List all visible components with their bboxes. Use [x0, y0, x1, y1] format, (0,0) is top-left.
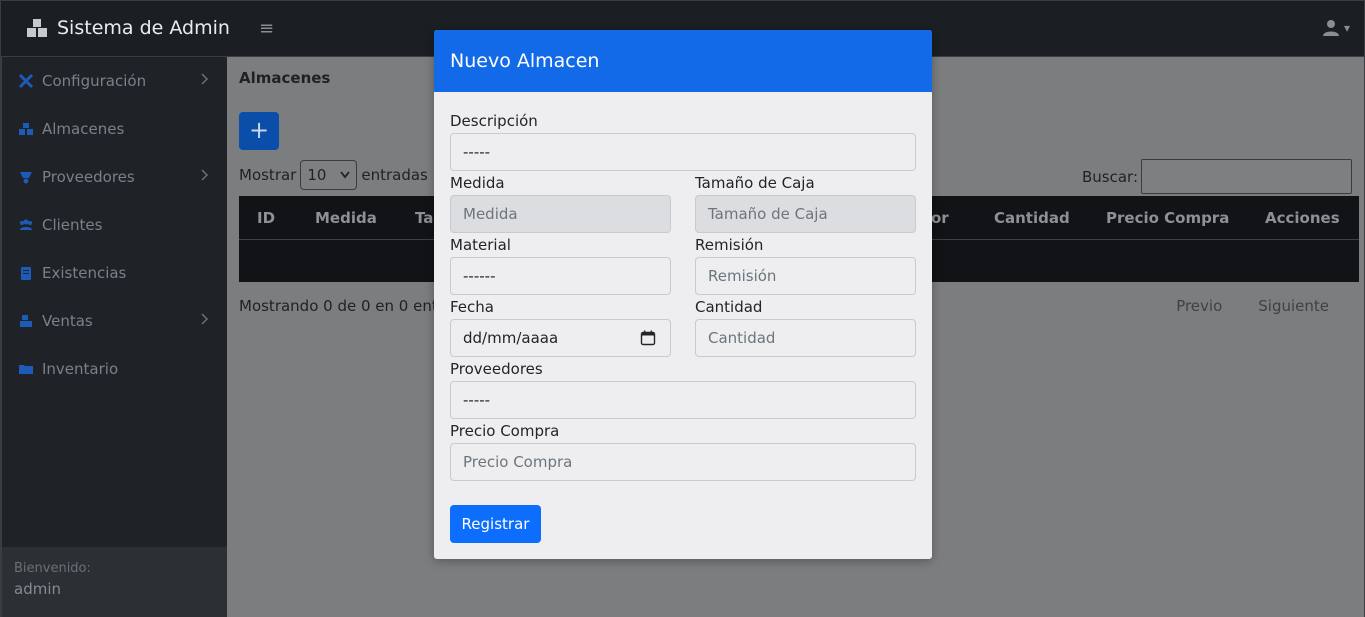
- length-prefix: Mostrar: [239, 166, 297, 184]
- breadcrumb: Almacenes: [239, 69, 331, 87]
- search-label: Buscar:: [1081, 167, 1138, 186]
- sidebar-item-label: Existencias: [42, 264, 127, 282]
- sidebar-item-label: Almacenes: [42, 120, 125, 138]
- table-info: Mostrando 0 de 0 en 0 entra: [239, 297, 454, 315]
- sidebar-item-label: Proveedores: [42, 168, 135, 186]
- modal-title: Nuevo Almacen: [450, 50, 600, 72]
- user-icon: [1322, 20, 1339, 36]
- register-button[interactable]: Registrar: [450, 505, 541, 543]
- page-length-select[interactable]: 10: [300, 160, 358, 190]
- material-label: Material: [450, 236, 511, 254]
- remision-field[interactable]: Remisión: [695, 257, 916, 295]
- fecha-label: Fecha: [450, 298, 494, 316]
- remision-label: Remisión: [695, 236, 764, 254]
- page-length-value: 10: [307, 166, 327, 184]
- column-header-proveedor[interactable]: or: [931, 209, 949, 227]
- sidebar-item-ventas[interactable]: Ventas: [2, 297, 227, 345]
- medida-label: Medida: [450, 174, 505, 192]
- app-title: Sistema de Admin: [57, 17, 230, 39]
- column-header-tamano[interactable]: Ta: [415, 209, 433, 227]
- sidebar-item-label: Clientes: [42, 216, 103, 234]
- fecha-date-input[interactable]: dd/mm/aaaa: [450, 319, 671, 357]
- warehouse-icon: [19, 123, 33, 135]
- cantidad-field[interactable]: Cantidad: [695, 319, 916, 357]
- proveedores-select[interactable]: -----: [450, 381, 916, 419]
- users-icon: [20, 219, 32, 230]
- proveedores-label: Proveedores: [450, 360, 543, 378]
- medida-field[interactable]: Medida: [450, 195, 671, 233]
- add-button[interactable]: +: [239, 112, 279, 150]
- sidebar-item-label: Configuración: [42, 72, 147, 90]
- chevron-down-icon: [340, 171, 351, 179]
- tamano-caja-field[interactable]: Tamaño de Caja: [695, 195, 916, 233]
- column-header-cantidad[interactable]: Cantidad: [994, 209, 1070, 227]
- sidebar-item-inventario[interactable]: Inventario: [2, 345, 227, 393]
- previous-page-button[interactable]: Previo: [1176, 297, 1222, 315]
- welcome-label: Bienvenido:: [14, 561, 91, 576]
- modal-header: Nuevo Almacen: [434, 30, 932, 92]
- sidebar: Configuración Almacenes Proveedores Clie…: [0, 57, 227, 617]
- material-select[interactable]: ------: [450, 257, 671, 295]
- sidebar-item-proveedores[interactable]: Proveedores: [2, 153, 227, 201]
- clipboard-icon: [21, 267, 31, 280]
- sidebar-item-almacenes[interactable]: Almacenes: [2, 105, 227, 153]
- sidebar-item-clientes[interactable]: Clientes: [2, 201, 227, 249]
- descripcion-select[interactable]: -----: [450, 133, 916, 171]
- sidebar-item-configuracion[interactable]: Configuración: [2, 57, 227, 105]
- calendar-icon[interactable]: [640, 330, 656, 346]
- sidebar-item-label: Inventario: [42, 360, 119, 378]
- column-header-acciones: Acciones: [1265, 208, 1340, 227]
- column-header-precio-compra[interactable]: Precio Compra: [1106, 209, 1229, 227]
- column-header-medida[interactable]: Medida: [315, 209, 377, 227]
- folder-icon: [19, 365, 33, 374]
- chevron-right-icon: [201, 313, 209, 325]
- new-warehouse-modal: Nuevo Almacen Descripción ----- Medida M…: [434, 30, 932, 559]
- cantidad-label: Cantidad: [695, 298, 763, 316]
- username: admin: [14, 580, 61, 598]
- chevron-down-icon: ▾: [1343, 21, 1350, 35]
- sidebar-item-label: Ventas: [42, 312, 93, 330]
- precio-compra-label: Precio Compra: [450, 422, 560, 440]
- brand[interactable]: Sistema de Admin: [25, 16, 230, 40]
- tools-icon: [18, 73, 34, 89]
- user-menu[interactable]: ▾: [1322, 19, 1350, 37]
- truck-icon: [20, 172, 32, 184]
- search-control: Buscar:: [1082, 159, 1352, 194]
- pagination: Previo Siguiente: [1140, 297, 1329, 315]
- length-suffix: entradas: [361, 166, 428, 184]
- search-input[interactable]: [1141, 159, 1352, 194]
- sidebar-toggle-icon[interactable]: ≡: [259, 19, 275, 39]
- descripcion-label: Descripción: [450, 112, 538, 130]
- chevron-right-icon: [201, 73, 209, 85]
- column-header-id[interactable]: ID: [257, 209, 275, 227]
- fecha-value: dd/mm/aaaa: [463, 329, 559, 347]
- length-control: Mostrar 10 entradas: [239, 160, 428, 190]
- warehouse-logo-icon: [27, 19, 47, 37]
- cash-register-icon: [20, 315, 32, 327]
- next-page-button[interactable]: Siguiente: [1258, 297, 1329, 315]
- sidebar-footer: Bienvenido: admin: [2, 547, 227, 617]
- tamano-caja-label: Tamaño de Caja: [695, 174, 815, 192]
- sidebar-item-existencias[interactable]: Existencias: [2, 249, 227, 297]
- precio-compra-field[interactable]: Precio Compra: [450, 443, 916, 481]
- chevron-right-icon: [201, 169, 209, 181]
